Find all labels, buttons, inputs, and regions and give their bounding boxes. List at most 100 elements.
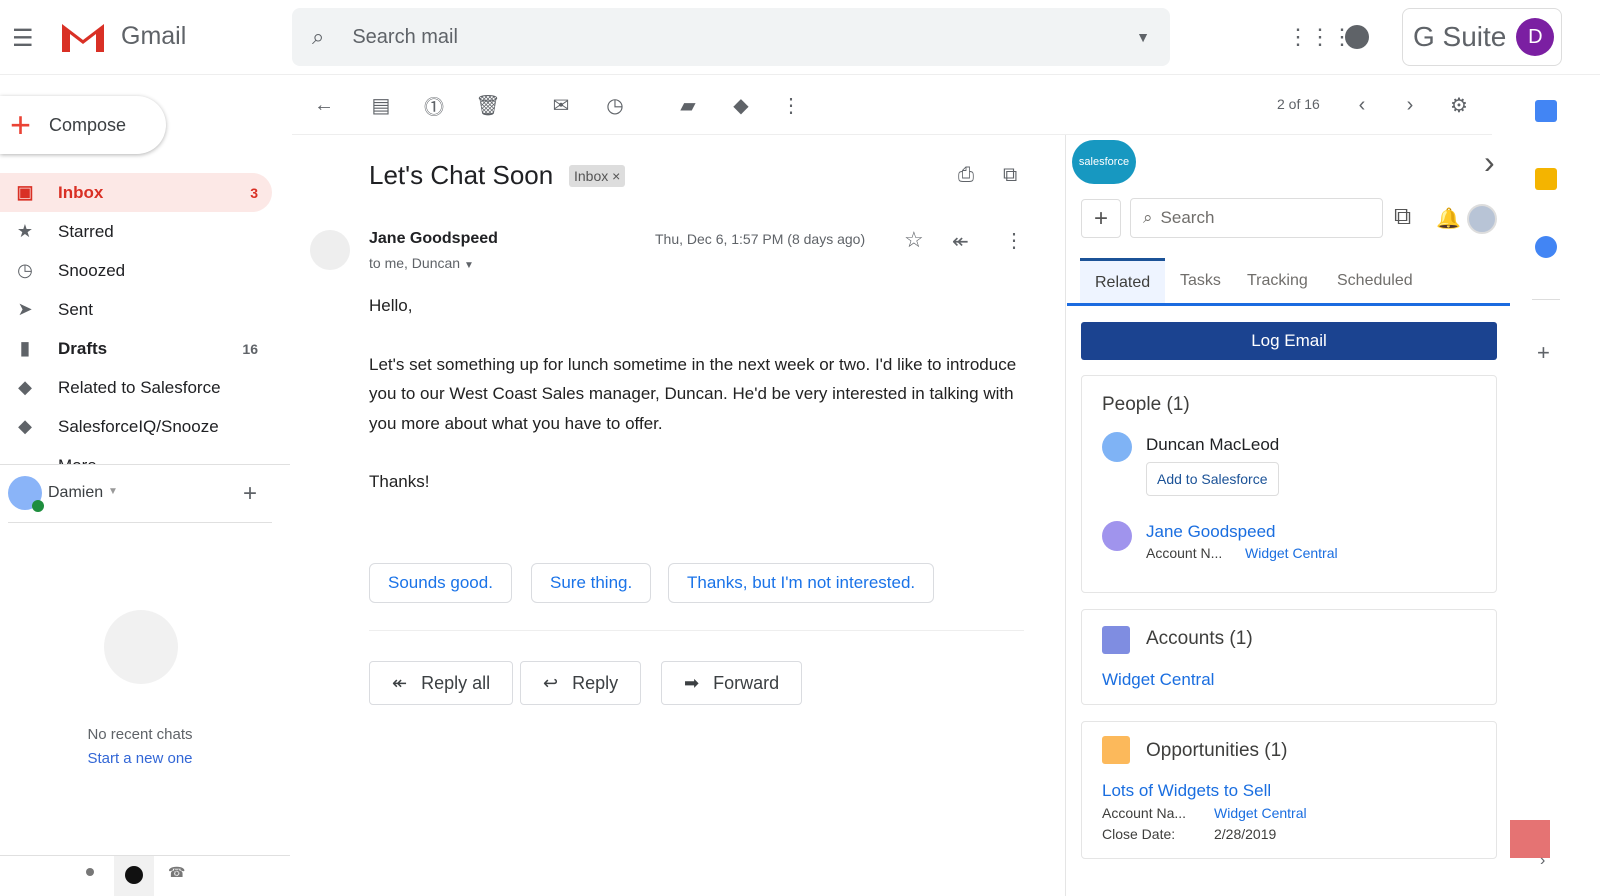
search-input[interactable]: Search mail	[352, 26, 1136, 49]
chat-user-name[interactable]: Damien	[48, 484, 103, 502]
settings-gear-icon[interactable]: ⚙	[1446, 92, 1472, 118]
more-icon[interactable]: ⋮	[1004, 228, 1024, 253]
opportunity-icon	[1102, 736, 1130, 764]
search-icon: ⌕	[1143, 208, 1153, 227]
nav-label: Related to Salesforce	[58, 377, 221, 397]
nav-count: 3	[250, 184, 258, 201]
chevron-down-icon[interactable]: ▼	[464, 260, 474, 271]
account-link[interactable]: Widget Central	[1245, 545, 1338, 561]
newer-icon[interactable]: ‹	[1349, 92, 1375, 118]
hangouts-icon	[104, 610, 178, 684]
gsuite-label: G Suite	[1413, 21, 1507, 52]
account-link[interactable]: Widget Central	[1214, 805, 1307, 821]
add-to-salesforce-button[interactable]: Add to Salesforce	[1146, 462, 1279, 496]
tab-tasks[interactable]: Tasks	[1165, 258, 1236, 304]
hangouts-tab-icon[interactable]	[114, 856, 154, 896]
nav-count: 16	[242, 340, 258, 357]
nav-more[interactable]: ⌄ More	[0, 446, 272, 464]
more-icon[interactable]: ⋮	[778, 92, 804, 118]
close-date: 2/28/2019	[1214, 826, 1277, 842]
report-spam-icon[interactable]: ⓵	[421, 92, 447, 119]
compose-button[interactable]: + Compose	[0, 96, 166, 154]
delete-icon[interactable]: 🗑	[475, 92, 501, 118]
bell-icon[interactable]: 🔔	[1436, 206, 1461, 231]
label-text: Inbox	[574, 168, 609, 184]
card-title: Opportunities (1)	[1146, 740, 1288, 761]
lead-icon	[1102, 521, 1132, 551]
smart-reply-button[interactable]: Sure thing.	[531, 563, 652, 603]
forward-button[interactable]: ➡ Forward	[661, 661, 803, 705]
search-bar[interactable]: ⌕ Search mail ▼	[292, 8, 1170, 66]
user-avatar[interactable]	[1467, 204, 1497, 234]
add-chat-icon[interactable]: +	[243, 480, 257, 508]
tab-tracking[interactable]: Tracking	[1232, 258, 1323, 304]
nav-sent[interactable]: ➤ Sent	[0, 290, 272, 329]
get-addons-icon[interactable]: +	[1537, 340, 1550, 366]
add-record-button[interactable]: +	[1081, 199, 1121, 238]
star-icon[interactable]: ☆	[904, 227, 924, 253]
nav-related-salesforce[interactable]: ◆ Related to Salesforce	[0, 368, 272, 407]
external-link-icon[interactable]: ⧉	[1394, 203, 1411, 231]
smart-reply-button[interactable]: Thanks, but I'm not interested.	[668, 563, 935, 603]
main-menu-icon[interactable]: ☰	[12, 24, 34, 53]
labels-icon[interactable]: ◆	[728, 92, 754, 118]
avatar[interactable]: D	[1516, 18, 1555, 56]
nav-starred[interactable]: ★ Starred	[0, 212, 272, 251]
person-link[interactable]: Jane Goodspeed	[1146, 522, 1276, 542]
tab-scheduled[interactable]: Scheduled	[1322, 258, 1428, 304]
chat-avatar[interactable]	[8, 476, 44, 512]
sf-search-input[interactable]: ⌕ Search	[1130, 198, 1383, 238]
recipients[interactable]: to me, Duncan ▼	[369, 255, 474, 271]
opportunity-link[interactable]: Lots of Widgets to Sell	[1102, 781, 1271, 801]
move-to-icon[interactable]: ▰	[675, 92, 701, 118]
mark-unread-icon[interactable]: ✉	[548, 92, 574, 118]
card-title: People (1)	[1102, 394, 1190, 415]
recipients-text: to me, Duncan	[369, 255, 461, 271]
label-icon: ◆	[18, 377, 32, 397]
apps-grid-icon[interactable]: ⋮⋮⋮	[1287, 24, 1353, 50]
keep-icon[interactable]	[1535, 168, 1557, 190]
nav-inbox[interactable]: ▣ Inbox 3	[0, 173, 272, 212]
people-card: People (1) Duncan MacLeod Add to Salesfo…	[1081, 375, 1497, 593]
inbox-label-chip[interactable]: Inbox ×	[569, 165, 626, 187]
sender-name[interactable]: Jane Goodspeed	[369, 230, 498, 248]
tab-related[interactable]: Related	[1080, 258, 1166, 304]
remove-label-icon[interactable]: ×	[612, 168, 620, 184]
reply-all-button[interactable]: ↞ Reply all	[369, 661, 514, 705]
chevron-down-icon[interactable]: ▼	[108, 486, 118, 497]
nav-label: Snoozed	[58, 260, 126, 280]
tasks-icon[interactable]	[1535, 236, 1557, 258]
notifications-icon[interactable]	[1345, 25, 1369, 49]
archive-icon[interactable]: ▤	[368, 92, 394, 118]
log-email-button[interactable]: Log Email	[1081, 322, 1497, 360]
start-chat-link[interactable]: Start a new one	[0, 750, 280, 767]
body-paragraph: Let's set something up for lunch sometim…	[369, 354, 1017, 433]
person-name: Duncan MacLeod	[1146, 435, 1280, 454]
back-icon[interactable]: ←	[311, 92, 337, 118]
phone-tab-icon[interactable]: ☎	[168, 864, 185, 881]
expand-rail-icon[interactable]: ›	[1540, 852, 1545, 870]
open-new-window-icon[interactable]: ⧉	[1003, 164, 1017, 187]
calendar-icon[interactable]	[1535, 100, 1557, 122]
button-label: Reply	[572, 672, 619, 693]
nav-snoozed[interactable]: ◷ Snoozed	[0, 251, 272, 290]
inbox-icon: ▣	[16, 182, 34, 202]
print-icon[interactable]: ⎙	[958, 164, 974, 187]
star-icon: ★	[16, 221, 34, 241]
older-icon[interactable]: ›	[1397, 92, 1423, 118]
snooze-icon[interactable]: ◷	[602, 92, 628, 118]
reply-button[interactable]: ↩ Reply	[520, 661, 642, 705]
account-link[interactable]: Widget Central	[1102, 670, 1214, 690]
search-options-icon[interactable]: ▼	[1136, 29, 1150, 45]
smart-reply-button[interactable]: Sounds good.	[369, 563, 512, 603]
collapse-panel-icon[interactable]: ›	[1484, 144, 1495, 181]
contacts-tab-icon[interactable]	[86, 868, 94, 876]
reply-all-icon[interactable]: ↞	[952, 229, 969, 254]
nav-salesforceiq-snooze[interactable]: ◆ SalesforceIQ/Snooze	[0, 407, 272, 446]
nav-drafts[interactable]: ▮ Drafts 16	[0, 329, 272, 368]
email-subject: Let's Chat Soon	[369, 160, 554, 190]
divider	[1532, 299, 1560, 300]
gmail-logo-icon	[62, 24, 104, 52]
nav-label: More	[58, 456, 97, 465]
account-switcher[interactable]: G Suite D	[1402, 8, 1562, 66]
